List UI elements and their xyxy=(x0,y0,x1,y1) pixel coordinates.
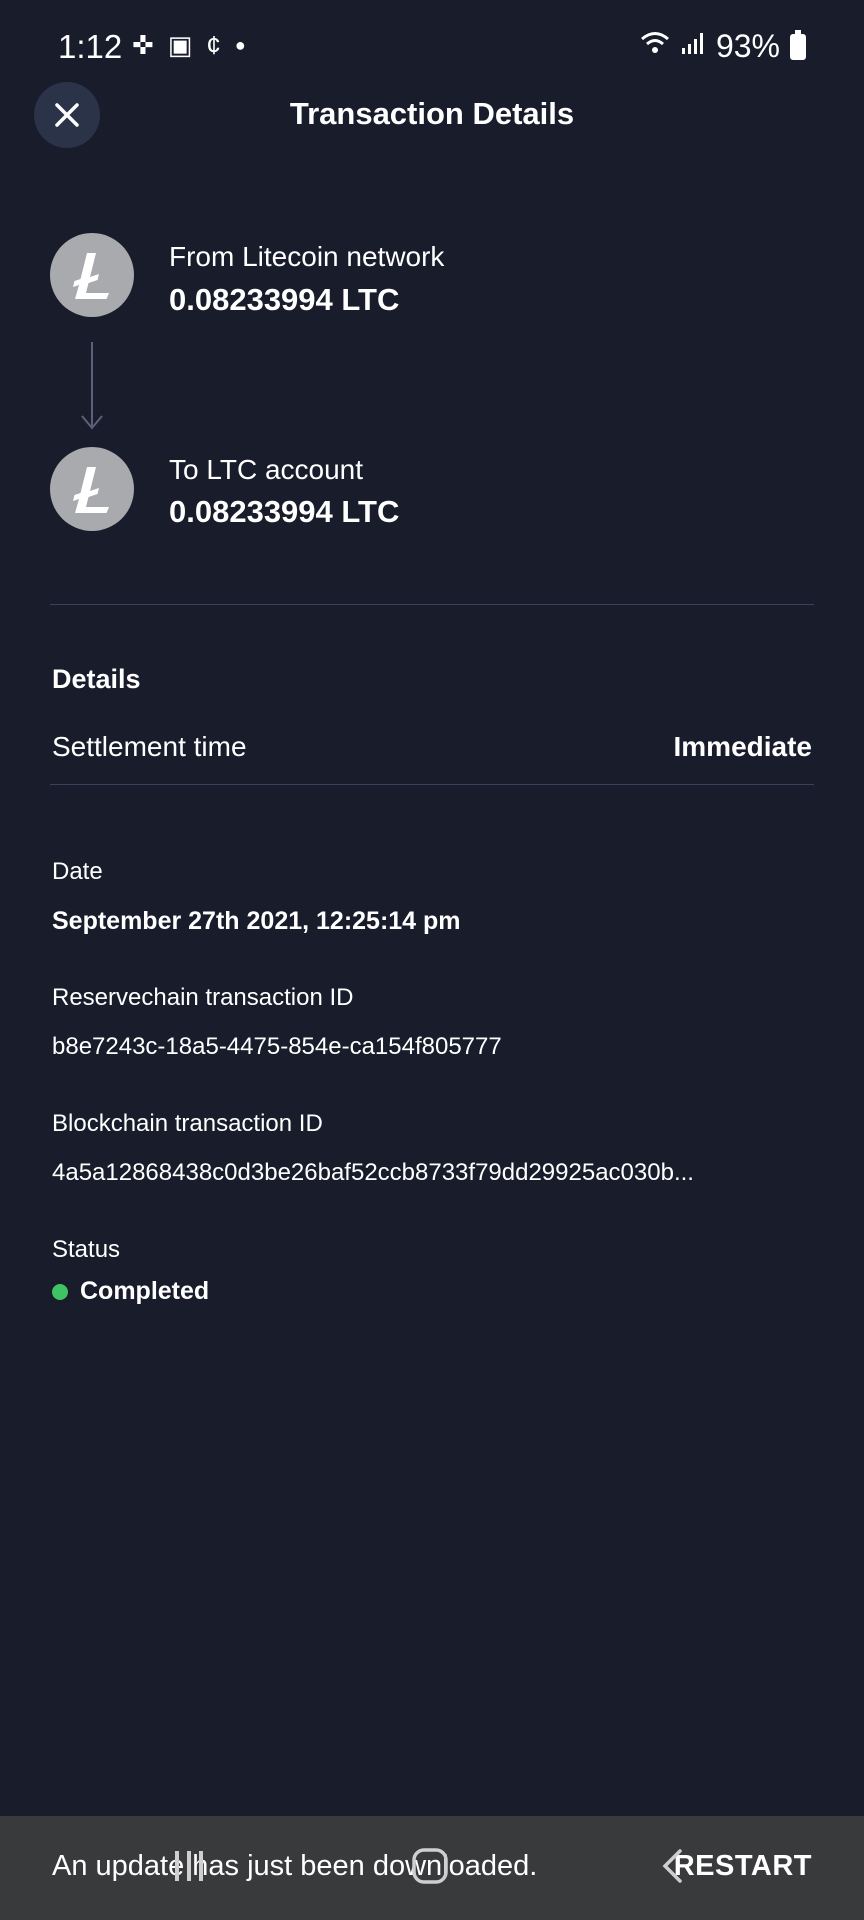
date-value: September 27th 2021, 12:25:14 pm xyxy=(52,907,461,935)
snackbar-message: An update has just been downloaded. xyxy=(52,1850,538,1882)
system-icons: 93% xyxy=(640,28,806,65)
flow-arrow-icon xyxy=(81,342,103,430)
to-coin-avatar xyxy=(50,447,134,531)
from-label: From Litecoin network xyxy=(169,241,445,272)
status-value: Completed xyxy=(80,1277,210,1305)
from-amount: 0.08233994 LTC xyxy=(169,282,400,317)
reservechain-id-value[interactable]: b8e7243c-18a5-4475-854e-ca154f805777 xyxy=(52,1033,502,1061)
back-icon[interactable] xyxy=(660,1848,684,1884)
litecoin-icon xyxy=(73,253,109,299)
divider xyxy=(50,604,814,605)
status-time: 1:12 xyxy=(58,28,123,65)
settlement-time-label: Settlement time xyxy=(52,731,247,762)
page-title: Transaction Details xyxy=(289,96,575,131)
cent-icon: ¢ xyxy=(206,30,221,60)
to-label: To LTC account xyxy=(169,454,364,485)
restart-button[interactable]: RESTART xyxy=(674,1850,812,1883)
to-amount: 0.08233994 LTC xyxy=(169,494,400,529)
litecoin-icon xyxy=(73,467,109,513)
settlement-time-value: Immediate xyxy=(673,731,813,762)
divider xyxy=(50,784,814,785)
gallery-icon: ▣ xyxy=(167,30,193,60)
home-icon[interactable] xyxy=(410,1846,450,1886)
details-heading: Details xyxy=(52,664,141,694)
date-label: Date xyxy=(52,858,103,885)
from-coin-avatar xyxy=(50,233,134,317)
battery-percent: 93% xyxy=(715,28,780,64)
recents-icon[interactable] xyxy=(172,1848,206,1884)
status-badge: Completed xyxy=(52,1277,209,1306)
notification-icons: ✜ ▣ ¢ ● xyxy=(132,32,246,58)
signal-icon xyxy=(680,30,706,63)
status-dot-icon xyxy=(52,1283,68,1300)
blockchain-id-label: Blockchain transaction ID xyxy=(52,1110,323,1137)
battery-icon xyxy=(790,29,806,60)
status-bar: 1:12 ✜ ▣ ¢ ● 93% xyxy=(0,0,864,100)
wifi-icon xyxy=(640,30,670,63)
blockchain-id-value[interactable]: 4a5a12868438c0d3be26baf52ccb8733f79dd299… xyxy=(52,1159,812,1187)
status-label: Status xyxy=(52,1236,121,1263)
dot-icon: ● xyxy=(234,35,246,55)
update-snackbar: An update has just been downloaded. REST… xyxy=(0,1816,864,1920)
game-icon: ✜ xyxy=(132,30,154,60)
reservechain-id-label: Reservechain transaction ID xyxy=(52,984,354,1011)
